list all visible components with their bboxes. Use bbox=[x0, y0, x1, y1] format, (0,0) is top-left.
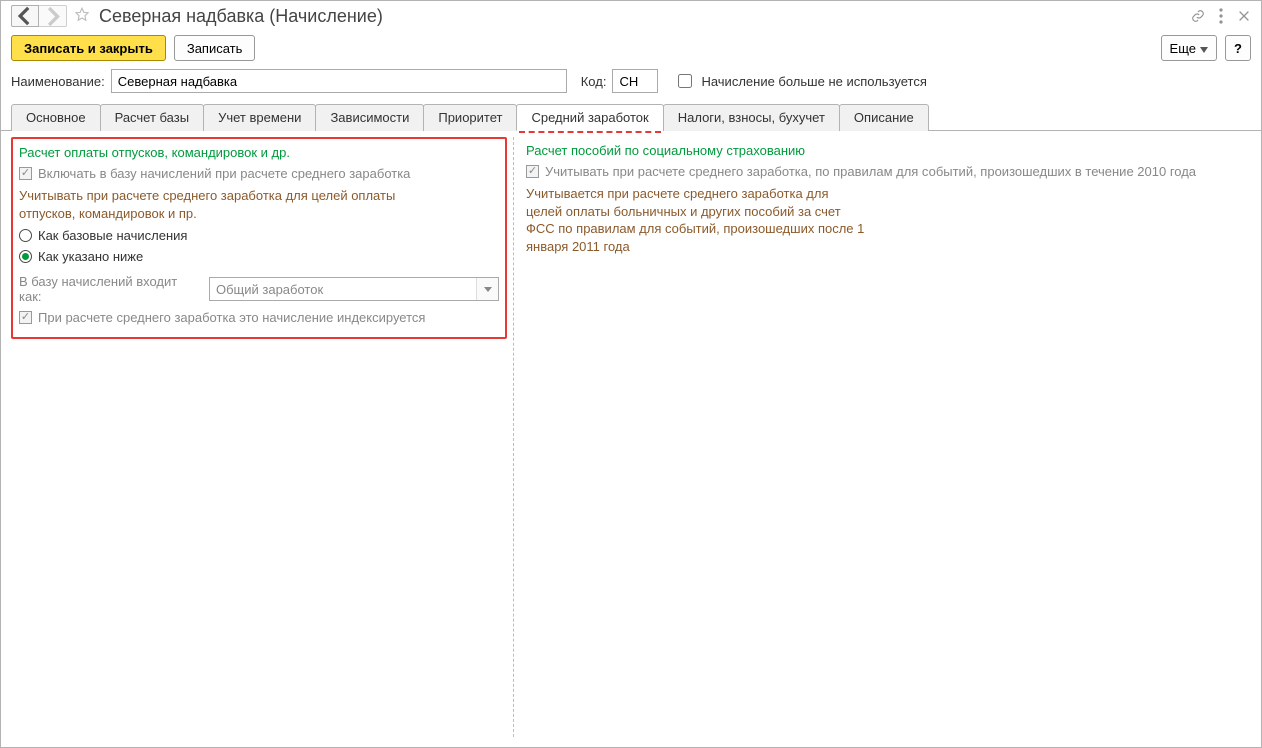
in-base-select-value[interactable] bbox=[210, 278, 476, 300]
name-label: Наименование: bbox=[11, 74, 105, 89]
tab-6[interactable]: Налоги, взносы, бухучет bbox=[663, 104, 840, 131]
indexed-checkbox: ✓ При расчете среднего заработка это нач… bbox=[19, 310, 425, 325]
nav-forward-button[interactable] bbox=[39, 5, 67, 27]
favorite-star-icon[interactable] bbox=[73, 6, 91, 27]
checkbox-checked-disabled-icon: ✓ bbox=[526, 165, 539, 178]
tab-5[interactable]: Средний заработок bbox=[516, 104, 663, 131]
tab-4[interactable]: Приоритет bbox=[423, 104, 517, 131]
tabs: ОсновноеРасчет базыУчет времениЗависимос… bbox=[1, 103, 1261, 131]
radio-base-label: Как базовые начисления bbox=[38, 228, 187, 243]
help-button[interactable]: ? bbox=[1225, 35, 1251, 61]
toolbar: Записать и закрыть Записать Еще ? bbox=[1, 33, 1261, 69]
radio-below-label: Как указано ниже bbox=[38, 249, 143, 264]
right-section-title: Расчет пособий по социальному страховани… bbox=[526, 143, 1245, 158]
in-base-label: В базу начислений входит как: bbox=[19, 274, 203, 304]
checkbox-checked-disabled-icon: ✓ bbox=[19, 167, 32, 180]
save-and-close-button[interactable]: Записать и закрыть bbox=[11, 35, 166, 61]
not-used-label: Начисление больше не используется bbox=[701, 74, 926, 89]
tab-1[interactable]: Расчет базы bbox=[100, 104, 205, 131]
consider-2010-checkbox: ✓ Учитывать при расчете среднего заработ… bbox=[526, 164, 1196, 179]
tab-0[interactable]: Основное bbox=[11, 104, 101, 131]
save-button[interactable]: Записать bbox=[174, 35, 256, 61]
column-divider bbox=[513, 137, 514, 737]
tab-7[interactable]: Описание bbox=[839, 104, 929, 131]
code-input[interactable] bbox=[612, 69, 658, 93]
not-used-checkbox-input[interactable] bbox=[678, 74, 692, 88]
kebab-menu-icon[interactable] bbox=[1219, 8, 1223, 24]
link-icon[interactable] bbox=[1191, 9, 1205, 23]
radio-base-accruals[interactable]: Как базовые начисления bbox=[19, 228, 187, 243]
include-base-label: Включать в базу начислений при расчете с… bbox=[38, 166, 410, 181]
window-title: Северная надбавка (Начисление) bbox=[99, 6, 383, 27]
vacation-trip-calc-section: Расчет оплаты отпусков, командировок и д… bbox=[11, 137, 507, 339]
not-used-checkbox[interactable]: Начисление больше не используется bbox=[674, 71, 926, 91]
tab-3[interactable]: Зависимости bbox=[315, 104, 424, 131]
tab-body-average-earnings: Расчет оплаты отпусков, командировок и д… bbox=[1, 131, 1261, 747]
radio-unchecked-icon bbox=[19, 229, 32, 242]
indexed-label: При расчете среднего заработка это начис… bbox=[38, 310, 425, 325]
consider-2010-label: Учитывать при расчете среднего заработка… bbox=[545, 164, 1196, 179]
titlebar: Северная надбавка (Начисление) bbox=[1, 1, 1261, 33]
chevron-down-icon bbox=[1200, 41, 1208, 56]
nav-back-button[interactable] bbox=[11, 5, 39, 27]
radio-as-below[interactable]: Как указано ниже bbox=[19, 249, 143, 264]
tab-2[interactable]: Учет времени bbox=[203, 104, 316, 131]
left-section-title: Расчет оплаты отпусков, командировок и д… bbox=[19, 145, 499, 160]
close-icon[interactable] bbox=[1237, 9, 1251, 23]
checkbox-checked-disabled-icon: ✓ bbox=[19, 311, 32, 324]
consider-for-average-label: Учитывать при расчете среднего заработка… bbox=[19, 187, 419, 222]
more-button-label: Еще bbox=[1170, 41, 1196, 56]
name-input[interactable] bbox=[111, 69, 567, 93]
dropdown-arrow-icon[interactable] bbox=[476, 278, 498, 300]
header-fields: Наименование: Код: Начисление больше не … bbox=[1, 69, 1261, 103]
right-description: Учитывается при расчете среднего заработ… bbox=[526, 185, 866, 255]
code-label: Код: bbox=[581, 74, 607, 89]
radio-checked-icon bbox=[19, 250, 32, 263]
in-base-select[interactable] bbox=[209, 277, 499, 301]
more-button[interactable]: Еще bbox=[1161, 35, 1217, 61]
include-base-checkbox: ✓ Включать в базу начислений при расчете… bbox=[19, 166, 410, 181]
social-insurance-section: Расчет пособий по социальному страховани… bbox=[520, 137, 1251, 737]
app-window: Северная надбавка (Начисление) Записать … bbox=[0, 0, 1262, 748]
